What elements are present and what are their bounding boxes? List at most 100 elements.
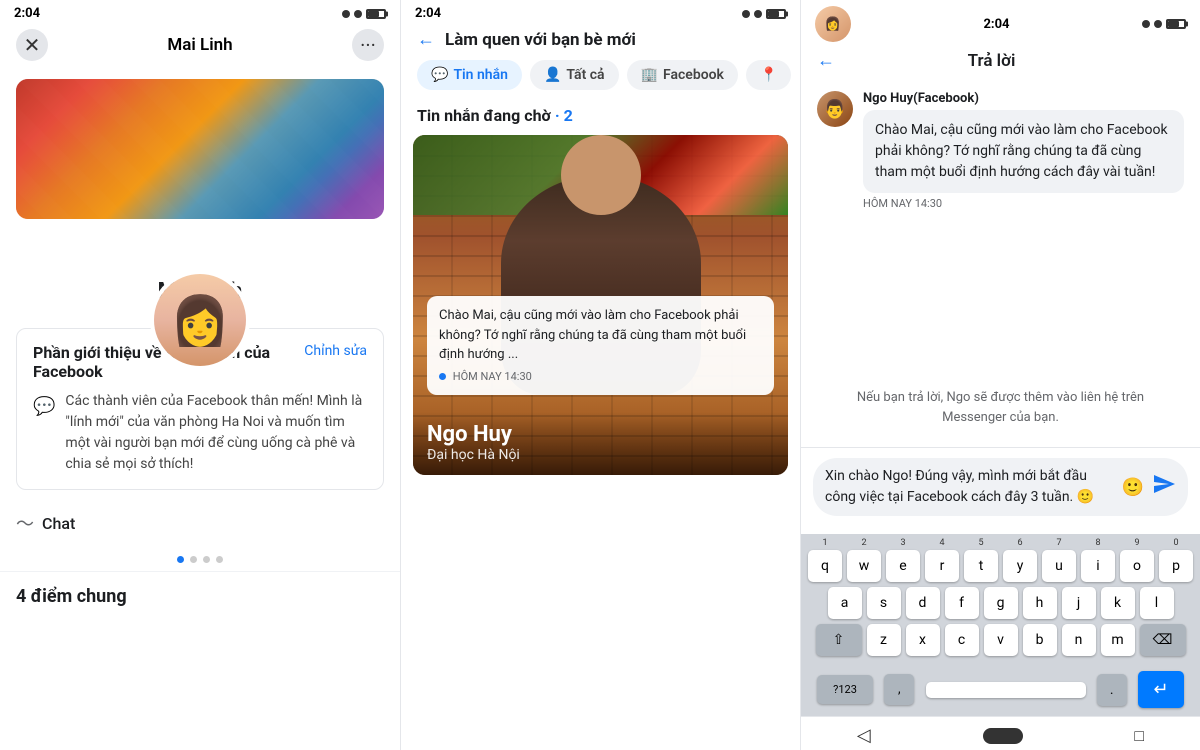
numbers-key[interactable]: ?123 — [817, 675, 873, 704]
signal-icon-3 — [1142, 20, 1150, 28]
status-icons-3 — [1142, 19, 1186, 29]
key-p[interactable]: p — [1159, 550, 1193, 582]
messages-tab-icon: 💬 — [431, 67, 448, 83]
key-o[interactable]: o — [1120, 550, 1154, 582]
key-0[interactable]: 0 — [1158, 538, 1194, 548]
key-v[interactable]: v — [984, 624, 1018, 656]
message-text: Chào Mai, cậu cũng mới vào làm cho Faceb… — [863, 110, 1184, 193]
wifi-icon-2 — [754, 10, 762, 18]
keyboard-row-2: a s d f g h j k l — [805, 587, 1196, 619]
key-c[interactable]: c — [945, 624, 979, 656]
key-b[interactable]: b — [1023, 624, 1057, 656]
comma-key[interactable]: , — [884, 674, 914, 705]
key-j[interactable]: j — [1062, 587, 1096, 619]
all-tab-label: Tất cả — [566, 67, 604, 83]
key-1[interactable]: 1 — [807, 538, 843, 548]
intro-text: Các thành viên của Facebook thân mến! Mì… — [65, 391, 367, 475]
key-n[interactable]: n — [1062, 624, 1096, 656]
profile-section: 👩 Mai Linh — [0, 69, 400, 320]
key-w[interactable]: w — [847, 550, 881, 582]
key-9[interactable]: 9 — [1119, 538, 1155, 548]
pending-label: Tin nhắn đang chờ · 2 — [401, 102, 800, 135]
edit-intro-button[interactable]: Chỉnh sửa — [304, 343, 367, 359]
keyboard-row-3: ⇧ z x c v b n m ⌫ — [805, 624, 1196, 656]
signal-icon — [342, 10, 350, 18]
sender-avatar-emoji: 👨 — [824, 99, 846, 120]
return-key[interactable]: ↵ — [1138, 671, 1184, 708]
chat-row[interactable]: 〜 Chat — [0, 498, 400, 548]
period-key[interactable]: . — [1097, 674, 1127, 706]
status-avatar: 👩 — [815, 6, 851, 42]
pending-text: Tin nhắn đang chờ — [417, 106, 551, 125]
key-s[interactable]: s — [867, 587, 901, 619]
reply-input[interactable]: Xin chào Ngo! Đúng vậy, mình mới bắt đầu… — [825, 466, 1114, 508]
keyboard-row-1: q w e r t y u i o p — [805, 550, 1196, 582]
tab-all[interactable]: 👤 Tất cả — [530, 60, 619, 90]
key-g[interactable]: g — [984, 587, 1018, 619]
facebook-tab-label: Facebook — [663, 67, 724, 83]
reply-area: Xin chào Ngo! Đúng vậy, mình mới bắt đầu… — [801, 447, 1200, 534]
message-area: 👨 Ngo Huy(Facebook) Chào Mai, cậu cũng m… — [801, 79, 1200, 368]
profile-panel: 2:04 ✕ Mai Linh ··· 👩 Mai Linh Phần giới… — [0, 0, 400, 750]
key-6[interactable]: 6 — [1002, 538, 1038, 548]
send-button[interactable] — [1152, 472, 1176, 502]
tab-facebook[interactable]: 🏢 Facebook — [627, 60, 738, 90]
key-h[interactable]: h — [1023, 587, 1057, 619]
more-options-button[interactable]: ··· — [352, 29, 384, 61]
tab-messages[interactable]: 💬 Tin nhắn — [417, 60, 522, 90]
sender-name: Ngo Huy(Facebook) — [863, 91, 1184, 106]
key-5[interactable]: 5 — [963, 538, 999, 548]
message-bubble: 👨 Ngo Huy(Facebook) Chào Mai, cậu cũng m… — [817, 91, 1184, 210]
close-button[interactable]: ✕ — [16, 29, 48, 61]
key-k[interactable]: k — [1101, 587, 1135, 619]
key-m[interactable]: m — [1101, 624, 1135, 656]
message-timestamp: HÔM NAY 14:30 — [863, 197, 1184, 210]
key-r[interactable]: r — [925, 550, 959, 582]
key-i[interactable]: i — [1081, 550, 1115, 582]
status-icons-2 — [742, 9, 786, 19]
battery-icon-2 — [766, 9, 786, 19]
message-time: HÔM NAY 14:30 — [439, 369, 762, 386]
person-card[interactable]: Ngo Huy Đại học Hà Nội Chào Mai, cậu cũn… — [413, 135, 788, 475]
key-q[interactable]: q — [808, 550, 842, 582]
key-y[interactable]: y — [1003, 550, 1037, 582]
status-bar-2: 2:04 — [401, 0, 800, 25]
key-l[interactable]: l — [1140, 587, 1174, 619]
chat-label: Chat — [42, 514, 75, 533]
battery-icon-3 — [1166, 19, 1186, 29]
key-f[interactable]: f — [945, 587, 979, 619]
status-time-3: 2:04 — [983, 17, 1009, 32]
key-u[interactable]: u — [1042, 550, 1076, 582]
key-a[interactable]: a — [828, 587, 862, 619]
key-8[interactable]: 8 — [1080, 538, 1116, 548]
message-preview: Chào Mai, cậu cũng mới vào làm cho Faceb… — [439, 306, 762, 365]
bubble-content: Ngo Huy(Facebook) Chào Mai, cậu cũng mới… — [863, 91, 1184, 210]
reply-header: ← Trả lời — [801, 46, 1200, 79]
back-button-3[interactable]: ← — [817, 50, 835, 71]
key-z[interactable]: z — [867, 624, 901, 656]
key-x[interactable]: x — [906, 624, 940, 656]
key-e[interactable]: e — [886, 550, 920, 582]
backspace-key[interactable]: ⌫ — [1140, 624, 1186, 656]
intro-body: 💬 Các thành viên của Facebook thân mến! … — [33, 391, 367, 475]
key-t[interactable]: t — [964, 550, 998, 582]
key-d[interactable]: d — [906, 587, 940, 619]
key-2[interactable]: 2 — [846, 538, 882, 548]
nav-square-icon[interactable]: □ — [1134, 726, 1144, 746]
key-3[interactable]: 3 — [885, 538, 921, 548]
back-button-2[interactable]: ← — [417, 29, 435, 50]
emoji-button[interactable]: 🙂 — [1122, 477, 1144, 498]
person-card-message[interactable]: Chào Mai, cậu cũng mới vào làm cho Faceb… — [427, 296, 774, 395]
key-7[interactable]: 7 — [1041, 538, 1077, 548]
key-4[interactable]: 4 — [924, 538, 960, 548]
space-key[interactable] — [926, 682, 1086, 698]
tab-location[interactable]: 📍 — [746, 60, 791, 90]
person-edu: Đại học Hà Nội — [427, 447, 774, 463]
dot-4 — [216, 556, 223, 563]
nav-back-icon[interactable]: ◁ — [857, 725, 871, 746]
avatar: 👩 — [150, 270, 250, 370]
time-dot-icon — [439, 373, 446, 380]
nav-home-button[interactable] — [983, 728, 1023, 744]
shift-key[interactable]: ⇧ — [816, 624, 862, 656]
filter-tabs: 💬 Tin nhắn 👤 Tất cả 🏢 Facebook 📍 — [401, 60, 800, 102]
